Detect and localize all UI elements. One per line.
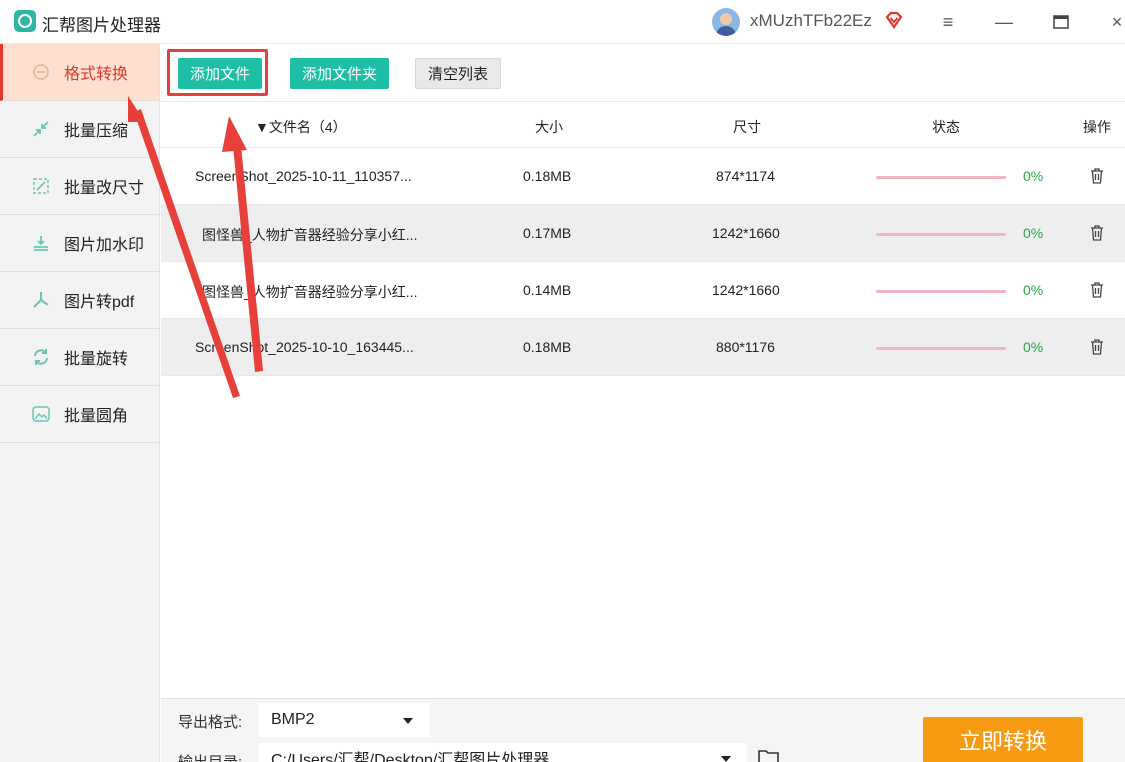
sidebar-item-resize[interactable]: 批量改尺寸 [0,158,159,215]
table-row[interactable]: ScreenShot_2025-10-10_163445... 0.18MB 8… [161,319,1125,376]
sidebar-item-watermark[interactable]: 图片加水印 [0,215,159,272]
maximize-icon [1053,15,1069,29]
file-name: ScreenShot_2025-10-10_163445... [195,339,414,355]
sidebar-item-rotate[interactable]: 批量旋转 [0,329,159,386]
column-header-action: 操作 [1083,119,1111,135]
file-dimensions: 1242*1660 [712,282,780,298]
sidebar-item-compress[interactable]: 批量压缩 [0,101,159,158]
sidebar-item-label: 批量改尺寸 [64,180,145,197]
sidebar-item-label: 格式转换 [64,66,129,83]
file-size: 0.18MB [523,168,572,184]
file-size: 0.18MB [523,339,572,355]
progress-percent: 0% [1023,225,1044,241]
round-corner-icon [30,403,52,425]
progress-percent: 0% [1023,282,1044,298]
toolbar: 添加文件 添加文件夹 清空列表 [161,44,1125,102]
user-avatar[interactable] [712,8,740,36]
delete-icon[interactable] [1089,167,1105,185]
progress-percent: 0% [1023,168,1044,184]
chevron-down-icon [403,718,413,724]
progress-bar [876,176,1006,179]
sidebar-item-round-corner[interactable]: 批量圆角 [0,386,159,443]
sidebar-item-label: 批量圆角 [64,408,129,425]
export-format-value: BMP2 [271,711,315,728]
progress-bar [876,290,1006,293]
delete-icon[interactable] [1089,224,1105,242]
column-header-size: 大小 [535,119,563,135]
sidebar-item-label: 图片加水印 [64,237,145,254]
table-row[interactable]: 图怪兽_人物扩音器经验分享小红... 0.17MB 1242*1660 0% [161,205,1125,262]
sidebar: 格式转换 批量压缩 批量改尺寸 图片加水印 图片转pdf 批量旋转 批量圆角 [0,44,160,762]
clear-list-button[interactable]: 清空列表 [415,58,502,89]
output-dir-value: C:/Users/汇帮/Desktop/汇帮图片处理器 [271,752,550,762]
chevron-down-icon [721,756,731,762]
file-table: ▼文件名（4） 大小 尺寸 状态 操作 ScreenShot_2025-10-1… [161,102,1125,376]
export-format-select[interactable]: BMP2 [259,703,429,737]
output-settings-bar: 导出格式: BMP2 输出目录: C:/Users/汇帮/Desktop/汇帮图… [161,698,1125,762]
file-dimensions: 1242*1660 [712,225,780,241]
app-title: 汇帮图片处理器 [42,16,161,35]
table-header: ▼文件名（4） 大小 尺寸 状态 操作 [161,102,1125,148]
delete-icon[interactable] [1089,338,1105,356]
add-folder-button[interactable]: 添加文件夹 [290,58,390,89]
title-bar: 汇帮图片处理器 xMUzhTFb22Ez ≡ — × [0,0,1125,44]
pdf-icon [30,289,52,311]
sidebar-item-label: 批量旋转 [64,351,129,368]
username[interactable]: xMUzhTFb22Ez [750,11,872,31]
watermark-icon [30,232,52,254]
file-name: 图怪兽_人物扩音器经验分享小红... [202,227,418,243]
table-row[interactable]: ScreenShot_2025-10-11_110357... 0.18MB 8… [161,148,1125,205]
minimize-button[interactable]: — [988,6,1020,38]
progress-bar [876,347,1006,350]
file-name: 图怪兽_人物扩音器经验分享小红... [202,284,418,300]
column-header-dimensions: 尺寸 [733,119,761,135]
add-file-button[interactable]: 添加文件 [178,58,263,89]
compress-icon [30,118,52,140]
output-dir-label: 输出目录: [178,751,242,762]
file-dimensions: 874*1174 [716,168,775,184]
column-header-name[interactable]: ▼文件名（4） [255,117,347,137]
resize-icon [30,175,52,197]
app-logo-icon [14,10,36,32]
file-size: 0.17MB [523,225,572,241]
file-name: ScreenShot_2025-10-11_110357... [195,168,412,184]
convert-now-button[interactable]: 立即转换 [923,717,1083,762]
close-button[interactable]: × [1101,6,1125,38]
progress-percent: 0% [1023,339,1044,355]
format-convert-icon [30,61,52,83]
sidebar-item-label: 批量压缩 [64,123,129,140]
file-dimensions: 880*1176 [716,339,775,355]
output-dir-select[interactable]: C:/Users/汇帮/Desktop/汇帮图片处理器 [259,743,747,762]
table-row[interactable]: 图怪兽_人物扩音器经验分享小红... 0.14MB 1242*1660 0% [161,262,1125,319]
file-size: 0.14MB [523,282,572,298]
rotate-icon [30,346,52,368]
sidebar-item-format-convert[interactable]: 格式转换 [0,44,159,101]
delete-icon[interactable] [1089,281,1105,299]
sidebar-item-label: 图片转pdf [64,294,135,311]
vip-diamond-icon[interactable] [884,10,904,30]
menu-icon[interactable]: ≡ [932,6,964,38]
sidebar-item-to-pdf[interactable]: 图片转pdf [0,272,159,329]
column-header-status: 状态 [932,119,960,135]
folder-icon[interactable] [758,749,780,762]
maximize-button[interactable] [1045,6,1077,38]
progress-bar [876,233,1006,236]
export-format-label: 导出格式: [178,714,243,731]
